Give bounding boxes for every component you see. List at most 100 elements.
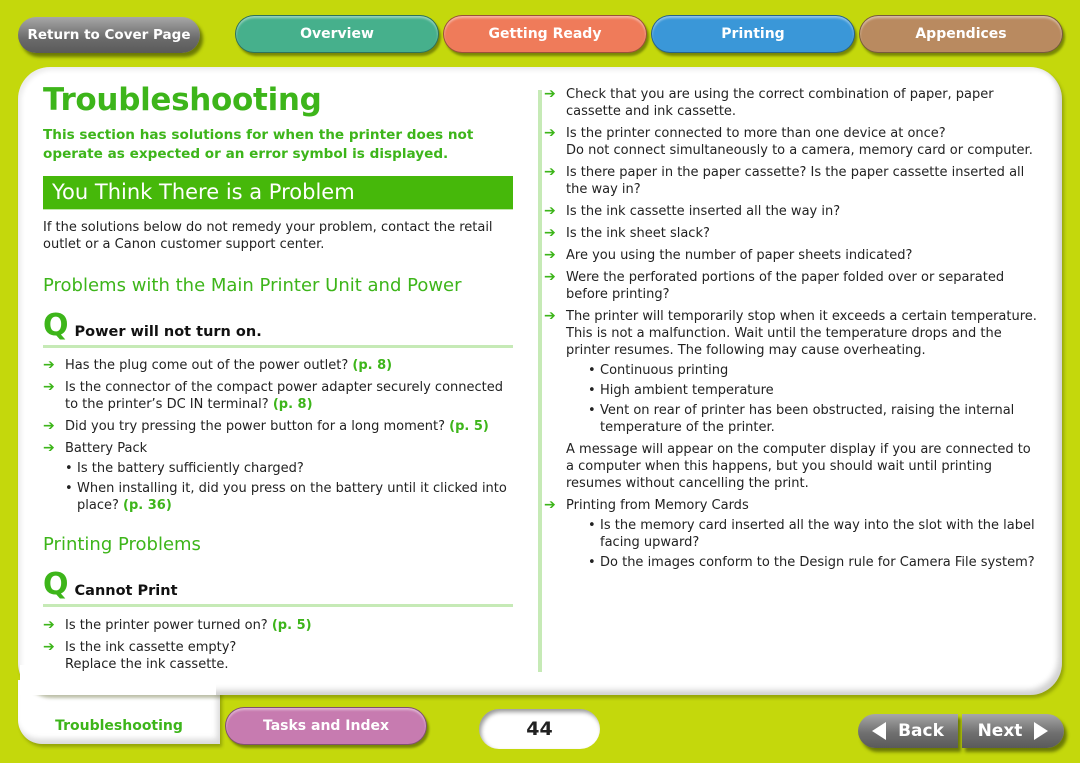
power-checklist: ➔ Has the plug come out of the power out… — [43, 357, 513, 514]
arrow-icon: ➔ — [43, 357, 55, 373]
tasks-and-index-label: Tasks and Index — [262, 718, 390, 734]
arrow-icon: ➔ — [544, 225, 556, 241]
page-ref-link[interactable]: (p. 36) — [123, 498, 172, 513]
arrow-icon: ➔ — [544, 164, 556, 180]
page-ref-link[interactable]: (p. 5) — [449, 419, 489, 434]
support-note: If the solutions below do not remedy you… — [43, 220, 493, 252]
page-number-value: 44 — [526, 718, 553, 740]
arrow-icon: ➔ — [544, 125, 556, 141]
page-ref-link[interactable]: (p. 8) — [273, 397, 313, 412]
bullet-item: • Vent on rear of printer has been obstr… — [578, 402, 1041, 436]
list-item: ➔ Are you using the number of paper shee… — [544, 247, 1041, 264]
return-to-cover-button[interactable]: Return to Cover Page — [18, 17, 200, 53]
arrow-icon: ➔ — [43, 440, 55, 456]
arrow-icon: ➔ — [544, 269, 556, 285]
item-text: Did you try pressing the power button fo… — [65, 419, 445, 434]
list-item: ➔ Has the plug come out of the power out… — [43, 357, 513, 374]
left-column: Troubleshooting This section has solutio… — [43, 80, 513, 678]
list-item: ➔ Did you try pressing the power button … — [43, 418, 513, 435]
tab-troubleshooting-label: Troubleshooting — [55, 718, 183, 734]
list-item: ➔ Check that you are using the correct c… — [544, 86, 1041, 120]
next-label: Next — [977, 721, 1023, 741]
list-item: ➔ Is the connector of the compact power … — [43, 379, 513, 413]
bullet-icon: • — [588, 555, 596, 570]
bullet-icon: • — [588, 518, 596, 533]
question-print-text: Cannot Print — [74, 583, 178, 599]
bullet-item: • Is the battery sufficiently charged? — [55, 460, 513, 477]
next-button[interactable]: Next — [962, 714, 1064, 748]
return-to-cover-label: Return to Cover Page — [27, 27, 191, 43]
tab-getting-ready[interactable]: Getting Ready — [443, 15, 647, 53]
back-label: Back — [898, 721, 944, 741]
tab-overview[interactable]: Overview — [235, 15, 439, 53]
item-text: Were the perforated portions of the pape… — [566, 270, 1005, 302]
arrow-icon: ➔ — [43, 617, 55, 633]
intro-text: This section has solutions for when the … — [43, 127, 474, 162]
bullet-text: Is the memory card inserted all the way … — [600, 518, 1035, 550]
bullet-text: Is the battery sufficiently charged? — [77, 461, 304, 476]
bullet-icon: • — [588, 403, 596, 418]
tab-getting-ready-label: Getting Ready — [488, 26, 602, 42]
list-item: ➔ Battery Pack • Is the battery sufficie… — [43, 440, 513, 514]
arrow-icon: ➔ — [544, 86, 556, 102]
question-print: Q Cannot Print — [43, 570, 513, 607]
overheat-bullets: • Continuous printing • High ambient tem… — [578, 362, 1041, 436]
arrow-icon: ➔ — [43, 639, 55, 655]
next-arrow-icon — [1034, 722, 1049, 740]
bullet-item: • When installing it, did you press on t… — [55, 480, 513, 514]
page-ref-link[interactable]: (p. 5) — [272, 618, 312, 633]
tab-overview-label: Overview — [300, 26, 374, 42]
item-text: Check that you are using the correct com… — [566, 87, 994, 119]
bullet-item: • High ambient temperature — [578, 382, 1041, 399]
tab-appendices[interactable]: Appendices — [859, 15, 1063, 53]
column-divider — [538, 90, 542, 672]
item-text: Is the ink cassette inserted all the way… — [566, 204, 841, 219]
list-item: ➔ Is the printer connected to more than … — [544, 125, 1041, 159]
list-item: ➔ Is the ink cassette inserted all the w… — [544, 203, 1041, 220]
arrow-icon: ➔ — [544, 308, 556, 324]
list-item: ➔ The printer will temporarily stop when… — [544, 308, 1041, 492]
bullet-icon: • — [588, 383, 596, 398]
item-text: Is the ink sheet slack? — [566, 226, 710, 241]
print-checklist-continued: ➔ Check that you are using the correct c… — [544, 86, 1041, 571]
list-item: ➔ Were the perforated portions of the pa… — [544, 269, 1041, 303]
back-button[interactable]: Back — [858, 714, 958, 748]
list-item: ➔ Printing from Memory Cards • Is the me… — [544, 497, 1041, 571]
list-item: ➔ Is the ink cassette empty? Replace the… — [43, 639, 513, 673]
tab-appendices-label: Appendices — [915, 26, 1007, 42]
question-power-text: Power will not turn on. — [74, 324, 262, 340]
arrow-icon: ➔ — [43, 379, 55, 395]
item-text: The printer will temporarily stop when i… — [566, 309, 1037, 358]
question-power: Q Power will not turn on. — [43, 311, 513, 348]
item-subtext: Replace the ink cassette. — [65, 657, 229, 672]
tab-printing-label: Printing — [721, 26, 785, 42]
print-checklist: ➔ Is the printer power turned on? (p. 5)… — [43, 617, 513, 673]
bullet-icon: • — [588, 363, 596, 378]
tab-printing[interactable]: Printing — [651, 15, 855, 53]
page-ref-link[interactable]: (p. 8) — [352, 358, 392, 373]
bullet-icon: • — [65, 461, 73, 476]
q-icon: Q — [43, 308, 69, 343]
item-text: Is the ink cassette empty? — [65, 640, 237, 655]
bullet-text: Continuous printing — [600, 363, 729, 378]
tasks-and-index-button[interactable]: Tasks and Index — [225, 707, 427, 745]
section-heading-printing: Printing Problems — [43, 534, 201, 555]
section-heading-power: Problems with the Main Printer Unit and … — [43, 275, 462, 296]
arrow-icon: ➔ — [544, 203, 556, 219]
bullet-item: • Do the images conform to the Design ru… — [578, 554, 1041, 571]
bullet-text: High ambient temperature — [600, 383, 774, 398]
arrow-icon: ➔ — [43, 418, 55, 434]
bullet-text: Vent on rear of printer has been obstruc… — [600, 403, 1015, 435]
item-text: Battery Pack — [65, 441, 148, 456]
item-text: Are you using the number of paper sheets… — [566, 248, 913, 263]
arrow-icon: ➔ — [544, 497, 556, 513]
item-text: Is there paper in the paper cassette? Is… — [566, 165, 1025, 197]
memory-bullets: • Is the memory card inserted all the wa… — [578, 517, 1041, 571]
item-text: Printing from Memory Cards — [566, 498, 749, 513]
bullet-item: • Is the memory card inserted all the wa… — [578, 517, 1041, 551]
bullet-icon: • — [65, 481, 73, 496]
back-arrow-icon — [872, 722, 887, 740]
item-text: Is the printer connected to more than on… — [566, 126, 946, 141]
page-number: 44 — [479, 709, 600, 749]
page-title: Troubleshooting — [43, 82, 322, 118]
